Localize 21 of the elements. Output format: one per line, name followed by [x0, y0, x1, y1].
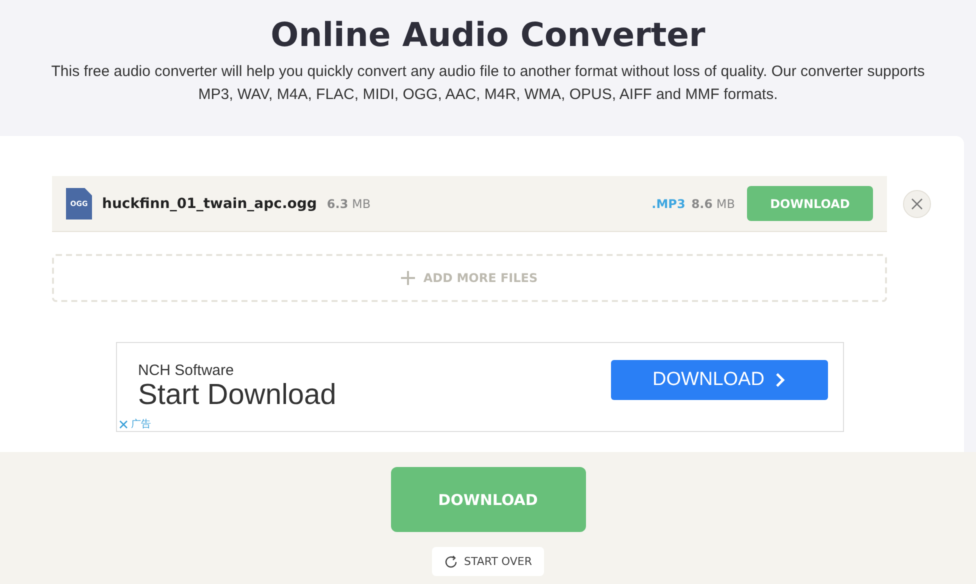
close-icon	[910, 197, 924, 211]
ad-headline: Start Download	[138, 379, 338, 412]
output-size: 8.6 MB	[691, 196, 735, 210]
output-format[interactable]: .MP3	[652, 196, 686, 210]
close-button[interactable]	[903, 190, 931, 218]
ad-label: 广告	[131, 418, 151, 431]
ad-brand: NCH Software	[138, 362, 235, 379]
close-icon[interactable]	[119, 420, 128, 428]
ad-download-button[interactable]: DOWNLOAD	[611, 360, 828, 400]
refresh-icon	[444, 554, 458, 568]
download-button[interactable]: DOWNLOAD	[390, 467, 586, 532]
page-title: Online Audio Converter	[270, 14, 706, 56]
plus-icon	[401, 271, 416, 285]
file-size: 6.3 MB	[326, 196, 371, 210]
ad-banner[interactable]: NCH Software Start Download DOWNLOAD 广告	[116, 342, 844, 432]
chevron-right-icon	[774, 372, 786, 388]
description: This free audio converter will help you quickly convert any audio file to another format without loss of quality. Our converter supports MP3, WAV, M4A, FLAC, MIDI, OGG, AAC, M4R, WMA, OPUS, AIFF and MMF formats.	[50, 62, 926, 105]
start-over-button[interactable]: START OVER	[432, 547, 544, 576]
add-more-files-button[interactable]: ADD MORE FILES	[52, 254, 887, 302]
download-button[interactable]: DOWNLOAD	[747, 186, 873, 221]
file-name: huckfinn_01_twain_apc.ogg	[102, 196, 317, 212]
